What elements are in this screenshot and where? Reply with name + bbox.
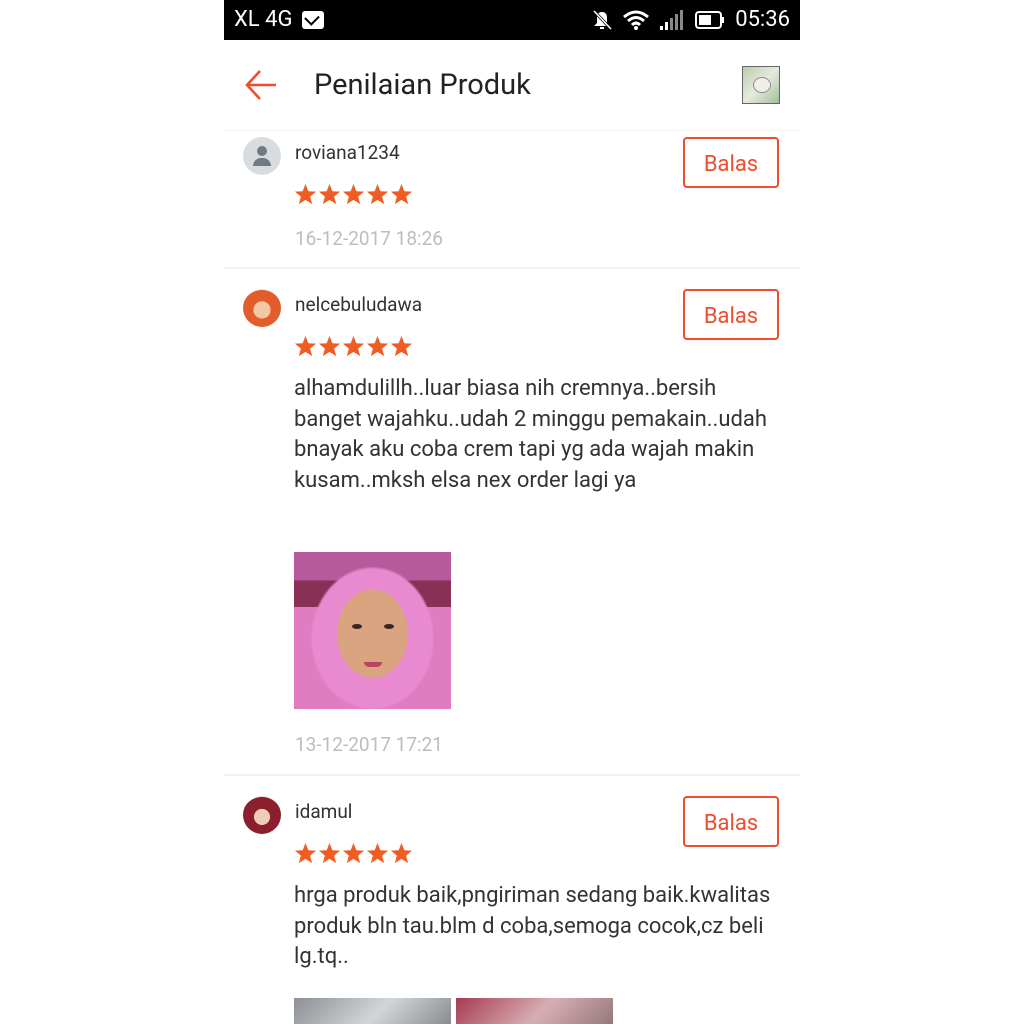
review-item: idamul hrga produk baik,pngiriman sedang… <box>224 776 800 1024</box>
battery-icon <box>695 10 725 29</box>
avatar <box>243 796 281 834</box>
review-photo[interactable] <box>294 998 451 1024</box>
star-icon <box>318 335 341 357</box>
phone-screen: XL 4G 05:36 Penilaian Produk roviana1234… <box>224 0 800 1024</box>
page-title: Penilaian Produk <box>314 68 531 102</box>
mail-icon <box>302 10 325 29</box>
rating-stars <box>294 335 413 358</box>
review-username: idamul <box>295 800 353 823</box>
review-photo[interactable] <box>456 998 613 1024</box>
rating-stars <box>294 842 413 865</box>
status-bar: XL 4G 05:36 <box>224 0 800 40</box>
review-username: roviana1234 <box>295 141 400 164</box>
review-date: 16-12-2017 18:26 <box>295 227 443 250</box>
star-icon <box>366 842 389 864</box>
product-thumbnail[interactable] <box>742 66 780 104</box>
star-icon <box>366 183 389 205</box>
signal-icon <box>660 9 684 30</box>
review-username: nelcebuludawa <box>295 293 423 316</box>
review-photo[interactable] <box>294 552 451 709</box>
avatar <box>243 137 281 175</box>
review-item: roviana1234 16-12-2017 18:26 Balas <box>224 131 800 267</box>
star-icon <box>342 842 365 864</box>
star-icon <box>390 183 413 205</box>
star-icon <box>390 335 413 357</box>
arrow-left-icon[interactable] <box>244 68 278 102</box>
review-date: 13-12-2017 17:21 <box>295 733 443 756</box>
star-icon <box>294 335 317 357</box>
reply-button[interactable]: Balas <box>683 796 779 847</box>
star-icon <box>294 842 317 864</box>
review-text: hrga produk baik,pngiriman sedang baik.k… <box>294 883 771 969</box>
star-icon <box>342 335 365 357</box>
bell-off-icon <box>593 9 613 30</box>
carrier-label: XL 4G <box>234 7 293 32</box>
star-icon <box>390 842 413 864</box>
rating-stars <box>294 183 413 206</box>
reply-button[interactable]: Balas <box>683 137 779 188</box>
wifi-icon <box>623 10 650 30</box>
review-text: alhamdulillh..luar biasa nih cremnya..be… <box>294 376 767 493</box>
reply-button[interactable]: Balas <box>683 289 779 340</box>
avatar <box>243 289 281 327</box>
star-icon <box>342 183 365 205</box>
app-header: Penilaian Produk <box>224 40 800 130</box>
star-icon <box>318 183 341 205</box>
star-icon <box>318 842 341 864</box>
review-item: nelcebuludawa alhamdulillh..luar biasa n… <box>224 269 800 774</box>
star-icon <box>366 335 389 357</box>
clock-time: 05:36 <box>735 7 790 32</box>
star-icon <box>294 183 317 205</box>
